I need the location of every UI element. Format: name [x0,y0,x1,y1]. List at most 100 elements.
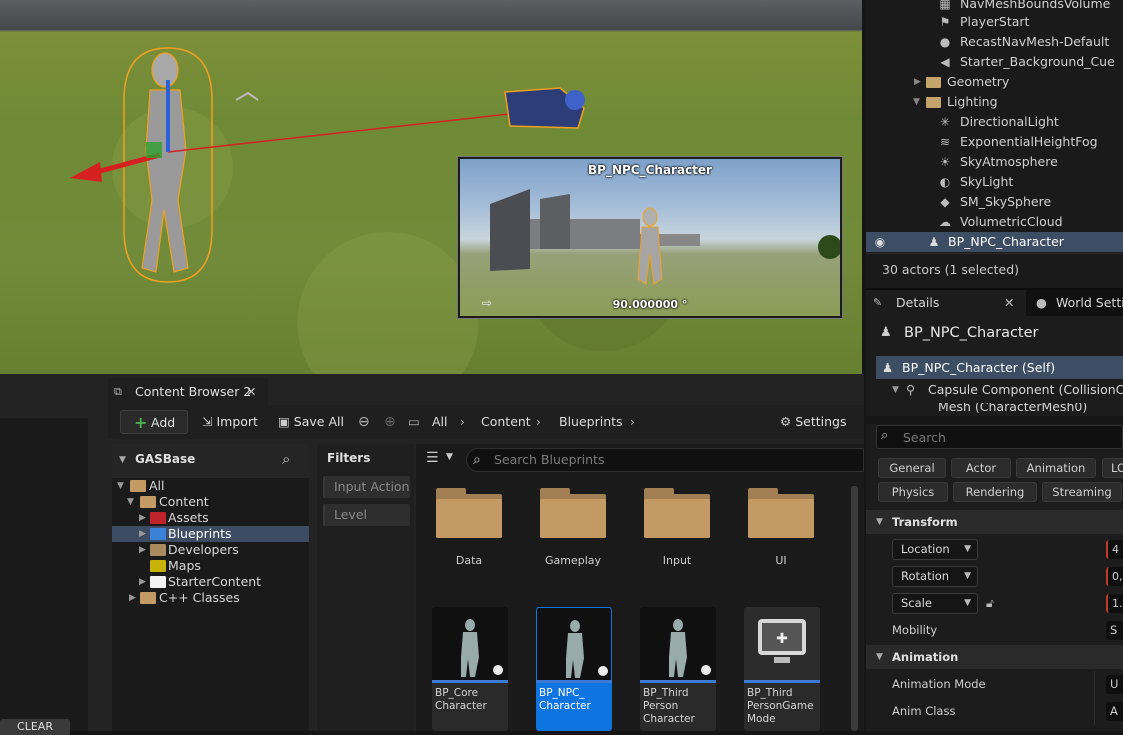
outliner-row[interactable]: ☁ VolumetricCloud [866,212,1123,232]
filter-animation-button[interactable]: Animation [1016,458,1096,478]
outliner-row[interactable]: ◐ SkyLight [866,172,1123,192]
tree-item-assets[interactable]: ▶ Assets [112,510,309,526]
asset-card-selected[interactable]: BP_NPC_ Character [536,607,612,731]
filter-chip-level[interactable]: Level [323,504,410,526]
breadcrumb-all[interactable]: All [432,410,448,434]
camera-icon[interactable] [504,87,585,129]
lock-icon[interactable]: 🔓︎ [986,590,994,617]
animation-mode-dropdown[interactable]: U [1106,675,1123,694]
filter-lod-button[interactable]: LOD [1102,458,1123,478]
settings-button[interactable]: ⚙ Settings [780,410,846,434]
history-back-icon[interactable]: ⊖ [358,410,370,434]
breadcrumb-separator-icon[interactable]: › [630,410,635,434]
tab-world-settings[interactable]: ● World Settings [1032,290,1123,316]
mobility-selector[interactable]: S [1106,621,1123,640]
asset-card[interactable]: BP_Core Character [432,607,508,731]
asset-search-input[interactable]: ⌕ Search Blueprints [466,448,864,472]
history-forward-icon[interactable]: ⊕ [384,410,396,434]
outliner-folder-geometry[interactable]: ▶ Geometry [866,72,1123,92]
outliner-row[interactable]: ≋ ExponentialHeightFog [866,132,1123,152]
section-transform-label: Transform [892,515,958,529]
folder-input[interactable] [644,488,710,538]
outliner-row[interactable]: ◆ SM_SkySphere [866,192,1123,212]
filter-rendering-button[interactable]: Rendering [953,482,1037,502]
filter-chip-input-action[interactable]: Input Action [323,476,410,498]
filter-streaming-button[interactable]: Streaming [1042,482,1122,502]
asset-card[interactable]: BP_Third Person Character [640,607,716,731]
tree-item-blueprints[interactable]: ▶ Blueprints [112,526,309,542]
folder-gameplay[interactable] [540,488,606,538]
breadcrumb-content[interactable]: Content [481,410,531,434]
outliner-row[interactable]: ◀ Starter_Background_Cue [866,52,1123,72]
gizmo-plane-handle[interactable] [146,142,162,158]
tree-item-maps[interactable]: Maps [112,558,309,574]
collapse-arrow-icon[interactable]: ▼ [892,380,899,400]
filter-general-button[interactable]: General [878,458,946,478]
tree-item-developers[interactable]: ▶ Developers [112,542,309,558]
collapse-arrow-icon[interactable]: ▼ [127,494,134,510]
details-search-input[interactable]: ⌕ Search [876,425,1123,449]
breadcrumb-blueprints[interactable]: Blueprints [559,410,623,434]
outliner-row[interactable]: ⚑ PlayerStart [866,12,1123,32]
search-icon[interactable]: ⌕ [282,450,290,468]
expand-arrow-icon[interactable]: ▶ [139,510,146,526]
level-viewport[interactable]: BP_NPC_Character 90.000000 ° ⇨ [0,0,862,374]
location-dropdown[interactable]: Location ▼ [892,539,978,560]
outliner-row[interactable]: ✳ DirectionalLight [866,112,1123,132]
filter-physics-button[interactable]: Physics [878,482,948,502]
outliner-row[interactable]: ☀ SkyAtmosphere [866,152,1123,172]
filter-icon[interactable]: ☰ [426,450,439,466]
anim-class-dropdown[interactable]: A [1106,702,1123,721]
outliner-row-selected[interactable]: ◉ ♟ BP_NPC_Character [866,232,1123,252]
component-capsule-row[interactable]: ▼ ⚲ Capsule Component (CollisionCylinder… [876,380,1123,400]
folder-data[interactable] [436,488,502,538]
outliner-row-label: BP_NPC_Character [948,234,1064,249]
filter-actor-button[interactable]: Actor [951,458,1011,478]
save-all-button[interactable]: ▣ Save All [278,410,344,434]
component-mesh-row[interactable]: Mesh (CharacterMesh0) [876,403,1123,413]
location-x-field[interactable]: 4 [1106,540,1123,559]
section-transform[interactable]: ▼ Transform [866,510,1123,534]
content-browser-icon: ⧉ [114,385,122,398]
splitter[interactable] [866,416,1123,424]
collapse-arrow-icon[interactable]: ▼ [913,92,920,112]
x-axis-arrowhead[interactable] [70,162,102,182]
component-self-row[interactable]: ♟ BP_NPC_Character (Self) [876,356,1123,379]
tree-item-content[interactable]: ▼ Content [112,494,309,510]
scale-dropdown[interactable]: Scale ▼ [892,593,978,614]
close-icon[interactable]: ✕ [246,378,256,405]
collapse-arrow-icon[interactable]: ▼ [117,478,124,494]
rotation-dropdown[interactable]: Rotation ▼ [892,566,978,587]
visibility-eye-icon[interactable]: ◉ [873,235,887,249]
tree-item-cpp-classes[interactable]: ▶ C++ Classes [112,590,309,606]
chevron-down-icon[interactable]: ▼ [446,452,453,462]
tree-item-all[interactable]: ▼ All [112,478,309,494]
folder-label: Gameplay [544,554,602,567]
pin-icon[interactable]: ⇨ [482,296,492,310]
import-button[interactable]: ⇲ Import [202,410,258,434]
outliner-folder-lighting[interactable]: ▼ Lighting [866,92,1123,112]
expand-arrow-icon[interactable]: ▶ [129,590,136,606]
expand-arrow-icon[interactable]: ▶ [914,72,921,92]
expand-arrow-icon[interactable]: ▶ [139,542,146,558]
details-panel: ✎ Details ✕ ● World Settings ♟ BP_NPC_Ch… [866,288,1123,731]
asset-view-scrollbar[interactable] [851,486,858,731]
breadcrumb-separator-icon[interactable]: › [460,410,465,434]
clear-button[interactable]: CLEAR [0,719,70,735]
expand-arrow-icon[interactable]: ▶ [139,526,146,542]
breadcrumb-separator-icon[interactable]: › [536,410,541,434]
asset-card[interactable]: ✚ BP_Third PersonGame Mode [744,607,820,731]
expand-arrow-icon[interactable]: ▶ [139,574,146,590]
close-icon[interactable]: ✕ [1004,290,1014,316]
collapse-arrow-icon[interactable]: ▼ [119,455,126,465]
outliner-row[interactable]: ● RecastNavMesh-Default [866,32,1123,52]
tab-details[interactable]: ✎ Details ✕ [866,290,1026,316]
folder-ui[interactable] [748,488,814,538]
add-button[interactable]: + Add [120,410,188,434]
section-animation[interactable]: ▼ Animation [866,645,1123,669]
tree-item-label: Assets [168,510,209,525]
tab-content-browser[interactable]: ⧉ Content Browser 2 ✕ [108,378,268,405]
scale-x-field[interactable]: 1. [1106,594,1123,613]
rotation-x-field[interactable]: 0, [1106,567,1123,586]
tree-item-startercontent[interactable]: ▶ StarterContent [112,574,309,590]
